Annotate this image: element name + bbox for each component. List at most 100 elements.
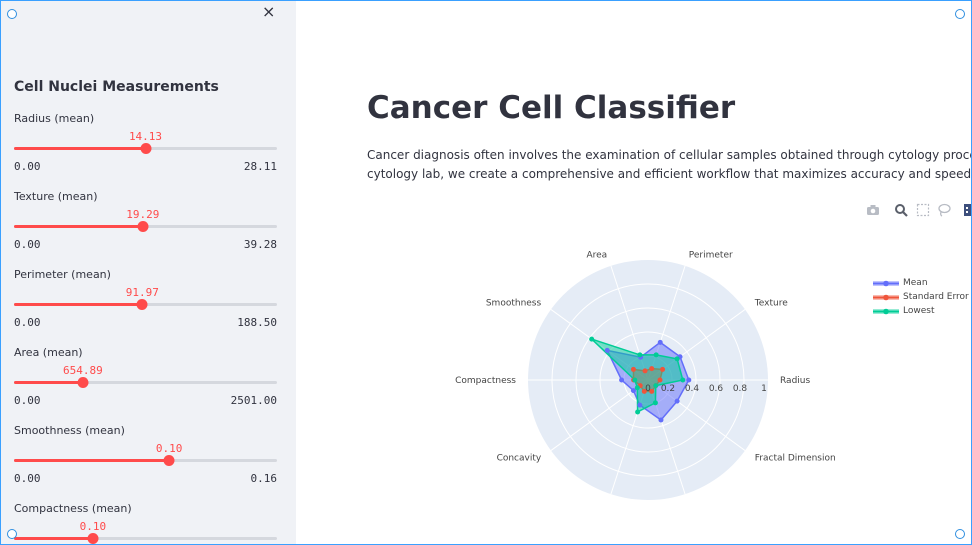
data-point	[619, 377, 625, 383]
slider-thumb[interactable]	[140, 143, 151, 154]
radial-tick-label: 0.8	[733, 384, 748, 394]
data-point	[604, 347, 610, 353]
slider-thumb[interactable]	[163, 455, 175, 466]
slider-min: 0.00	[14, 160, 41, 173]
slider-fill	[14, 303, 143, 306]
slider-compactness-mean[interactable]: Compactness (mean) 0.10	[14, 502, 277, 545]
data-point	[634, 385, 640, 391]
radial-tick-label: 0	[645, 384, 651, 394]
legend-label: Standard Error	[903, 292, 969, 302]
slider-value: 14.13	[128, 130, 163, 143]
slider-thumb[interactable]	[87, 533, 99, 544]
slider-value: 654.89	[63, 364, 103, 377]
slider-smoothness-mean[interactable]: Smoothness (mean) 0.10 0.00 0.16	[14, 424, 277, 494]
slider-max: 188.50	[237, 316, 277, 329]
data-point	[652, 400, 658, 406]
slider-perimeter-mean[interactable]: Perimeter (mean) 91.97 0.00 188.50	[14, 268, 277, 338]
slider-track[interactable]	[14, 377, 277, 388]
radar-chart[interactable]: 0 0.2 0.4 0.6 0.8 1 Radius Texture Perimeter Area…	[440, 250, 860, 500]
slider-texture-mean[interactable]: Texture (mean) 19.29 0.00 39.28	[14, 190, 277, 260]
angular-axis-label: Perimeter	[689, 250, 733, 260]
resize-handle-bottom-left[interactable]	[7, 529, 17, 539]
slider-thumb[interactable]	[137, 221, 149, 232]
data-point	[680, 377, 686, 383]
zoom-icon[interactable]	[894, 203, 908, 217]
camera-icon[interactable]	[866, 203, 880, 217]
description-line: Cancer diagnosis often involves the exam…	[367, 148, 972, 162]
slider-fill	[14, 459, 170, 462]
slider-track[interactable]	[14, 533, 277, 544]
data-point	[632, 377, 638, 383]
slider-max: 39.28	[243, 238, 277, 251]
page-description: Cancer diagnosis often involves the exam…	[367, 146, 972, 184]
data-point	[589, 336, 595, 342]
data-point	[658, 417, 664, 423]
data-point	[649, 366, 655, 372]
close-icon[interactable]: ×	[262, 2, 275, 21]
slider-value: 0.10	[155, 442, 183, 455]
slider-fill	[14, 537, 93, 540]
slider-fill	[14, 225, 143, 228]
legend-label: Mean	[903, 278, 928, 288]
slider-label: Smoothness (mean)	[14, 424, 125, 437]
data-point	[686, 377, 692, 383]
slider-label: Texture (mean)	[14, 190, 98, 203]
angular-axis-label: Concavity	[497, 454, 542, 464]
radial-tick-label: 1	[761, 384, 767, 394]
data-point	[642, 368, 648, 374]
slider-value: 91.97	[125, 286, 159, 299]
slider-value: 19.29	[126, 208, 160, 221]
data-point	[657, 377, 663, 383]
sidebar-title: Cell Nuclei Measurements	[14, 79, 219, 95]
angular-axis-label: Compactness	[455, 376, 516, 386]
slider-max: 0.16	[250, 472, 278, 485]
slider-value: 0.10	[79, 520, 107, 533]
radial-tick-label: 0.6	[709, 384, 724, 394]
angular-axis-label: Radius	[780, 376, 810, 386]
data-point	[674, 398, 680, 404]
slider-max: 2501.00	[230, 394, 277, 407]
slider-track[interactable]	[14, 143, 277, 154]
legend-label: Lowest	[903, 306, 935, 316]
angular-axis-label: Texture	[754, 298, 788, 308]
resize-handle-top-left[interactable]	[7, 9, 17, 19]
plotly-logo[interactable]	[964, 203, 972, 217]
data-point	[657, 339, 663, 345]
slider-thumb[interactable]	[136, 299, 148, 310]
angular-axis-label: Area	[586, 250, 607, 260]
slider-min: 0.00	[14, 472, 41, 485]
resize-handle-top-right[interactable]	[955, 9, 965, 19]
slider-fill	[14, 147, 146, 150]
radial-tick-label: 0.4	[685, 384, 700, 394]
sidebar: × Cell Nuclei Measurements Radius (mean)…	[0, 0, 296, 545]
slider-fill	[14, 381, 83, 384]
description-line: cytology lab, we create a comprehensive …	[367, 167, 972, 181]
data-point	[637, 352, 643, 358]
slider-label: Compactness (mean)	[14, 502, 132, 515]
data-point	[635, 409, 641, 415]
angular-axis-label: Smoothness	[486, 298, 542, 308]
slider-min: 0.00	[14, 316, 41, 329]
data-point	[653, 352, 659, 358]
slider-min: 0.00	[14, 394, 41, 407]
slider-label: Radius (mean)	[14, 112, 95, 125]
slider-thumb[interactable]	[77, 377, 89, 388]
angular-axis-label: Fractal Dimension	[755, 454, 836, 464]
data-point	[630, 366, 636, 372]
lasso-select-icon[interactable]	[937, 203, 951, 217]
slider-track[interactable]	[14, 455, 277, 466]
slider-max: 28.11	[243, 160, 277, 173]
resize-handle-bottom-right[interactable]	[955, 529, 965, 539]
slider-radius-mean[interactable]: Radius (mean) 14.13 0.00 28.11	[14, 112, 277, 182]
data-point	[637, 402, 643, 408]
page-title: Cancer Cell Classifier	[367, 90, 736, 126]
data-point	[674, 356, 680, 362]
slider-min: 0.00	[14, 238, 41, 251]
radial-tick-label: 0.2	[661, 384, 675, 394]
slider-track[interactable]	[14, 299, 277, 310]
data-point	[653, 383, 659, 389]
slider-track[interactable]	[14, 221, 277, 232]
slider-label: Area (mean)	[14, 346, 83, 359]
box-select-icon[interactable]	[916, 203, 930, 217]
slider-area-mean[interactable]: Area (mean) 654.89 0.00 2501.00	[14, 346, 277, 416]
